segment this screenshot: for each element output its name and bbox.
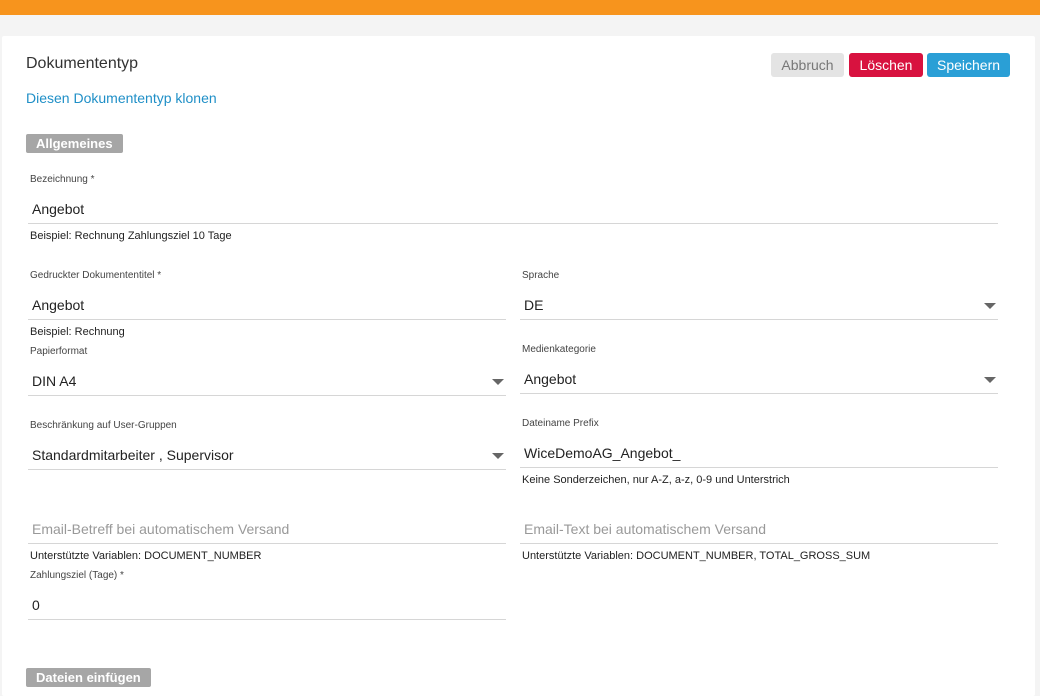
bezeichnung-hint: Beispiel: Rechnung Zahlungsziel 10 Tage	[30, 230, 232, 242]
email-subject-input[interactable]: Email-Betreff bei automatischem Versand	[28, 514, 506, 544]
section-files-label: Dateien einfügen	[26, 668, 151, 687]
document-type-form: Dokumententyp Diesen Dokumententyp klone…	[2, 36, 1035, 696]
user-groups-value: Standardmitarbeiter , Supervisor	[32, 447, 234, 463]
bezeichnung-label: Bezeichnung *	[30, 174, 95, 185]
user-groups-label: Beschränkung auf User-Gruppen	[30, 420, 177, 431]
medienkategorie-value: Angebot	[524, 371, 577, 387]
dateiname-prefix-hint: Keine Sonderzeichen, nur A-Z, a-z, 0-9 u…	[522, 474, 790, 486]
printed-title-field: Gedruckter Dokumententitel * Angebot Bei…	[28, 270, 506, 340]
papierformat-field: Papierformat DIN A4	[28, 346, 506, 398]
cancel-button[interactable]: Abbruch	[771, 53, 844, 77]
printed-title-input[interactable]: Angebot	[28, 290, 506, 320]
section-general-label: Allgemeines	[26, 134, 123, 153]
email-text-input[interactable]: Email-Text bei automatischem Versand	[520, 514, 998, 544]
sprache-field: Sprache DE	[520, 270, 998, 322]
medienkategorie-label: Medienkategorie	[522, 344, 596, 355]
sprache-select[interactable]: DE	[520, 290, 998, 320]
delete-button[interactable]: Löschen	[849, 53, 923, 77]
save-button[interactable]: Speichern	[927, 53, 1010, 77]
chevron-down-icon	[492, 379, 504, 385]
chevron-down-icon	[984, 303, 996, 309]
zahlungsziel-field: Zahlungsziel (Tage) * 0	[28, 570, 506, 622]
printed-title-label: Gedruckter Dokumententitel *	[30, 270, 162, 281]
bezeichnung-input[interactable]: Angebot	[28, 194, 998, 224]
zahlungsziel-label: Zahlungsziel (Tage) *	[30, 570, 124, 581]
clone-document-type-link[interactable]: Diesen Dokumententyp klonen	[26, 90, 217, 106]
sprache-label: Sprache	[522, 270, 560, 281]
email-subject-field: Email-Betreff bei automatischem Versand …	[28, 494, 506, 564]
email-text-field: Email-Text bei automatischem Versand Unt…	[520, 494, 998, 564]
bezeichnung-field: Bezeichnung * Angebot Beispiel: Rechnung…	[28, 174, 998, 244]
papierformat-select[interactable]: DIN A4	[28, 366, 506, 396]
printed-title-hint: Beispiel: Rechnung	[30, 326, 125, 338]
sprache-value: DE	[524, 297, 544, 313]
user-groups-select[interactable]: Standardmitarbeiter , Supervisor	[28, 440, 506, 470]
dateiname-prefix-field: Dateiname Prefix WiceDemoAG_Angebot_ Kei…	[520, 418, 998, 488]
chevron-down-icon	[492, 453, 504, 459]
papierformat-value: DIN A4	[32, 373, 77, 389]
dateiname-prefix-label: Dateiname Prefix	[522, 418, 599, 429]
page-title: Dokumententyp	[26, 55, 139, 72]
chevron-down-icon	[984, 377, 996, 383]
dateiname-prefix-input[interactable]: WiceDemoAG_Angebot_	[520, 438, 998, 468]
top-accent-bar	[0, 0, 1040, 15]
papierformat-label: Papierformat	[30, 346, 88, 357]
user-groups-field: Beschränkung auf User-Gruppen Standardmi…	[28, 420, 506, 472]
email-text-hint: Unterstützte Variablen: DOCUMENT_NUMBER,…	[522, 550, 871, 562]
email-subject-hint: Unterstützte Variablen: DOCUMENT_NUMBER	[30, 550, 262, 562]
medienkategorie-field: Medienkategorie Angebot	[520, 344, 998, 396]
zahlungsziel-input[interactable]: 0	[28, 590, 506, 620]
medienkategorie-select[interactable]: Angebot	[520, 364, 998, 394]
